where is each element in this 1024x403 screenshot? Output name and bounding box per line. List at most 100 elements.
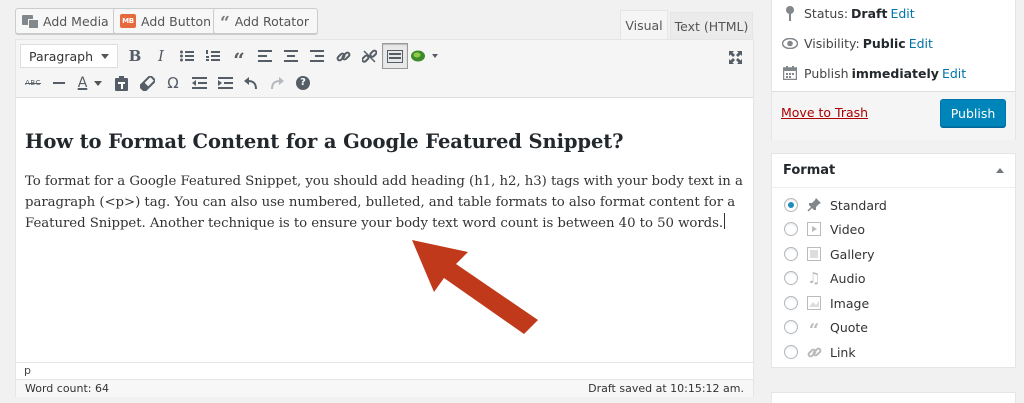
text-color-icon[interactable]: A	[72, 70, 108, 96]
content-paragraph-text: To format for a Google Featured Snippet,…	[25, 174, 743, 232]
draft-saved-status: Draft saved at 10:15:12 am.	[588, 382, 744, 395]
format-option-image[interactable]: Image	[784, 293, 869, 313]
publish-label: Publish	[804, 65, 849, 81]
text-cursor	[724, 213, 726, 230]
status-edit-link[interactable]: Edit	[890, 6, 914, 21]
pin-icon	[782, 5, 798, 21]
fullscreen-icon[interactable]	[723, 45, 747, 69]
format-option-video[interactable]: Video	[784, 219, 865, 239]
publish-actions: Move to Trash Publish	[772, 91, 1015, 140]
plugin-leaf-icon[interactable]	[408, 43, 442, 69]
visibility-row: Visibility: Public Edit	[782, 35, 933, 51]
publish-box: Status: Draft Edit Visibility: Public Ed…	[771, 0, 1016, 140]
format-select[interactable]: Paragraph	[20, 44, 118, 68]
link-icon	[806, 344, 822, 360]
image-icon	[806, 295, 822, 311]
format-option-standard[interactable]: Standard	[784, 195, 887, 215]
quote-icon: “	[808, 320, 820, 341]
tab-visual[interactable]: Visual	[620, 10, 668, 39]
add-button-button[interactable]: MB Add Button	[113, 8, 221, 34]
format-option-label: Gallery	[830, 246, 875, 262]
blockquote-icon[interactable]: “	[226, 43, 252, 70]
radio-standard[interactable]	[784, 198, 798, 212]
radio-audio[interactable]	[784, 271, 798, 285]
chevron-down-icon	[94, 80, 103, 86]
add-rotator-label: Add Rotator	[234, 13, 309, 29]
outdent-icon[interactable]	[186, 70, 212, 96]
align-center-icon[interactable]	[278, 43, 304, 69]
editor-toolbar: Paragraph B I “ ABC A Ω ?	[16, 40, 753, 98]
align-right-icon[interactable]	[304, 43, 330, 69]
calendar-icon	[782, 65, 798, 81]
format-option-label: Video	[830, 221, 866, 237]
radio-gallery[interactable]	[784, 247, 798, 261]
add-rotator-button[interactable]: “ Add Rotator	[213, 8, 318, 34]
indent-icon[interactable]	[212, 70, 238, 96]
special-character-icon[interactable]: Ω	[160, 70, 186, 96]
horizontal-line-icon[interactable]	[46, 70, 72, 96]
add-media-icon	[22, 14, 39, 29]
format-option-gallery[interactable]: Gallery	[784, 244, 875, 264]
format-select-value: Paragraph	[29, 48, 94, 64]
add-rotator-icon: “	[220, 13, 230, 33]
toolbar-row-1: Paragraph B I “	[20, 43, 442, 70]
insert-link-icon[interactable]	[330, 43, 356, 69]
help-icon[interactable]: ?	[290, 70, 316, 96]
align-left-icon[interactable]	[252, 43, 278, 69]
tab-text-html-label: Text (HTML)	[674, 18, 749, 34]
add-button-label: Add Button	[141, 13, 212, 29]
next-meta-box	[771, 392, 1016, 403]
toolbar-toggle-icon[interactable]	[382, 43, 408, 69]
publish-edit-link[interactable]: Edit	[942, 66, 966, 81]
content-paragraph: To format for a Google Featured Snippet,…	[25, 171, 744, 234]
radio-video[interactable]	[784, 222, 798, 236]
remove-link-icon[interactable]	[356, 43, 382, 69]
bold-icon[interactable]: B	[122, 43, 148, 69]
post-editor-screen: Add Media MB Add Button “ Add Rotator Vi…	[0, 0, 1024, 403]
audio-icon: ♫	[807, 269, 821, 287]
publish-value: immediately	[851, 65, 939, 81]
visibility-edit-link[interactable]: Edit	[909, 36, 933, 51]
toolbar-row-2: ABC A Ω ?	[20, 70, 316, 96]
format-option-label: Quote	[830, 319, 869, 335]
format-option-audio[interactable]: ♫ Audio	[784, 268, 866, 288]
status-label: Status:	[804, 5, 849, 21]
radio-image[interactable]	[784, 296, 798, 310]
editor-box: Paragraph B I “ ABC A Ω ? How to Format …	[15, 39, 754, 397]
bullet-list-icon[interactable]	[174, 43, 200, 69]
publish-time-row: Publish immediately Edit	[782, 65, 966, 81]
move-to-trash-link[interactable]: Move to Trash	[781, 105, 868, 120]
visibility-value: Public	[862, 35, 906, 51]
format-box-header[interactable]: Format	[772, 154, 1015, 188]
collapse-arrow-icon[interactable]	[996, 168, 1004, 173]
pin-icon	[806, 197, 822, 213]
strikethrough-icon[interactable]: ABC	[20, 70, 46, 96]
tab-text-html[interactable]: Text (HTML)	[670, 12, 753, 39]
add-media-label: Add Media	[43, 13, 109, 29]
add-media-button[interactable]: Add Media	[15, 8, 118, 34]
format-option-link[interactable]: Link	[784, 342, 856, 362]
radio-quote[interactable]	[784, 320, 798, 334]
format-option-label: Image	[830, 295, 870, 311]
undo-icon[interactable]	[238, 70, 264, 96]
radio-link[interactable]	[784, 345, 798, 359]
clear-formatting-icon[interactable]	[134, 70, 160, 96]
element-path[interactable]: p	[16, 362, 753, 379]
format-option-label: Standard	[830, 197, 887, 213]
redo-icon[interactable]	[264, 70, 290, 96]
numbered-list-icon[interactable]	[200, 43, 226, 69]
chevron-down-icon	[101, 53, 109, 59]
video-icon	[806, 221, 822, 237]
text-color-letter: A	[77, 75, 88, 91]
format-box: Format Standard Video Gallery ♫ Audio Im…	[771, 153, 1016, 368]
paste-as-text-icon[interactable]	[108, 70, 134, 96]
content-heading: How to Format Content for a Google Featu…	[25, 130, 624, 153]
italic-icon[interactable]: I	[148, 43, 174, 69]
eye-icon	[782, 35, 798, 51]
publish-button[interactable]: Publish	[940, 99, 1006, 127]
visibility-label: Visibility:	[804, 35, 860, 51]
format-option-quote[interactable]: “ Quote	[784, 317, 869, 341]
editor-content[interactable]: How to Format Content for a Google Featu…	[16, 99, 753, 362]
annotation-arrow	[412, 240, 538, 334]
status-row: Status: Draft Edit	[782, 5, 915, 21]
